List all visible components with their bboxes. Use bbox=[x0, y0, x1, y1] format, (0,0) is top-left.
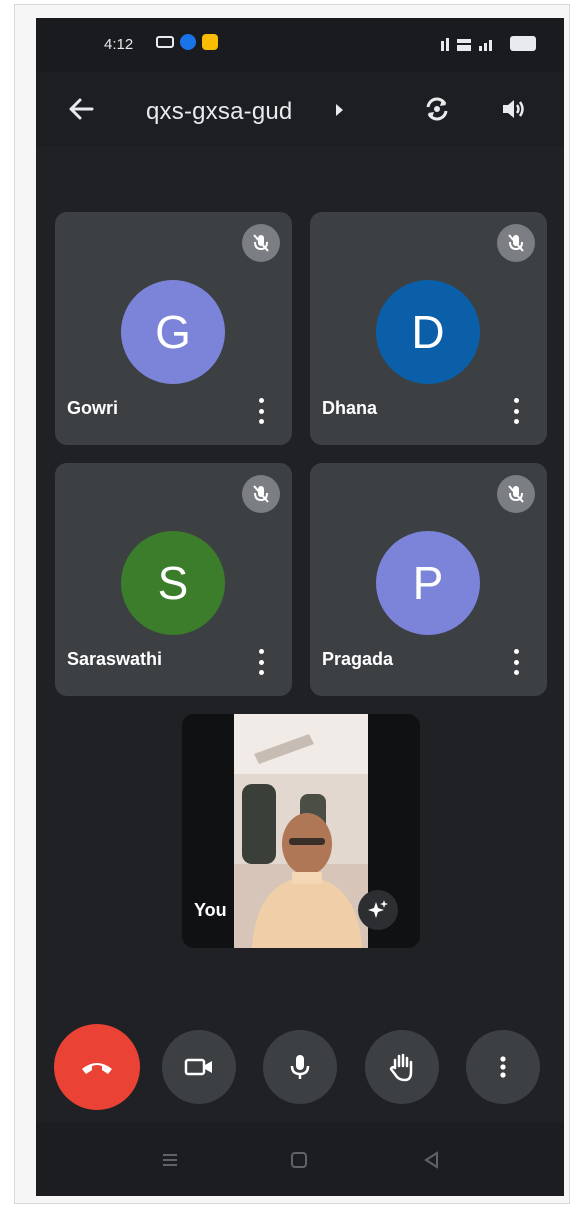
status-time: 4:12 bbox=[104, 36, 134, 53]
switch-camera-icon[interactable] bbox=[422, 94, 452, 124]
status-left-icons bbox=[156, 34, 218, 50]
cast-icon bbox=[156, 36, 174, 48]
microphone-button[interactable] bbox=[263, 1030, 337, 1104]
notification-icon bbox=[180, 34, 196, 50]
microphone-icon bbox=[290, 1055, 310, 1079]
system-nav-bar bbox=[36, 1122, 564, 1196]
participant-tile[interactable]: D Dhana bbox=[310, 212, 547, 445]
call-controls bbox=[36, 1024, 564, 1110]
participant-name: Saraswathi bbox=[67, 649, 163, 669]
self-camera-feed bbox=[234, 714, 368, 948]
recents-icon[interactable] bbox=[160, 1150, 180, 1170]
participant-avatar: G bbox=[121, 280, 225, 384]
self-label: You bbox=[194, 900, 227, 920]
participant-avatar: S bbox=[121, 531, 225, 635]
meeting-code[interactable]: qxs-gxsa-gud bbox=[146, 98, 292, 126]
camera-icon bbox=[184, 1058, 212, 1076]
app-notification-icon bbox=[202, 34, 218, 50]
muted-mic-icon bbox=[242, 224, 280, 262]
participant-name: Gowri bbox=[67, 398, 119, 418]
speaker-icon[interactable] bbox=[498, 94, 528, 124]
phone-screen: 4:12 qxs-gxsa-gud G Gowri D Dhana S Sara… bbox=[36, 18, 564, 1196]
muted-mic-icon bbox=[497, 475, 535, 513]
participant-avatar: D bbox=[376, 280, 480, 384]
more-vert-icon[interactable] bbox=[511, 649, 521, 675]
signal-icon bbox=[441, 37, 492, 51]
self-view-tile[interactable]: You bbox=[182, 714, 420, 948]
more-vert-icon[interactable] bbox=[256, 398, 266, 424]
back-triangle-icon[interactable] bbox=[422, 1150, 442, 1170]
participant-tile[interactable]: G Gowri bbox=[55, 212, 292, 445]
muted-mic-icon bbox=[497, 224, 535, 262]
participant-name: Pragada bbox=[322, 649, 394, 669]
meeting-info-caret-icon[interactable] bbox=[336, 104, 343, 116]
back-arrow-icon[interactable] bbox=[66, 94, 96, 124]
participant-name: Dhana bbox=[322, 398, 378, 418]
participant-tile[interactable]: P Pragada bbox=[310, 463, 547, 696]
raise-hand-button[interactable] bbox=[365, 1030, 439, 1104]
more-vert-icon[interactable] bbox=[511, 398, 521, 424]
home-icon[interactable] bbox=[289, 1150, 309, 1170]
end-call-icon bbox=[82, 1063, 112, 1074]
camera-button[interactable] bbox=[162, 1030, 236, 1104]
participant-avatar: P bbox=[376, 531, 480, 635]
end-call-button[interactable] bbox=[54, 1024, 140, 1110]
visual-effects-icon[interactable] bbox=[358, 890, 398, 930]
status-bar: 4:12 bbox=[36, 18, 564, 72]
participant-tile[interactable]: S Saraswathi bbox=[55, 463, 292, 696]
battery-icon bbox=[510, 36, 536, 51]
call-header: qxs-gxsa-gud bbox=[36, 72, 564, 146]
more-options-button[interactable] bbox=[466, 1030, 540, 1104]
more-vert-icon bbox=[500, 1056, 506, 1078]
raise-hand-icon bbox=[389, 1053, 413, 1082]
muted-mic-icon bbox=[242, 475, 280, 513]
status-right-icons bbox=[441, 36, 536, 51]
more-vert-icon[interactable] bbox=[256, 649, 266, 675]
